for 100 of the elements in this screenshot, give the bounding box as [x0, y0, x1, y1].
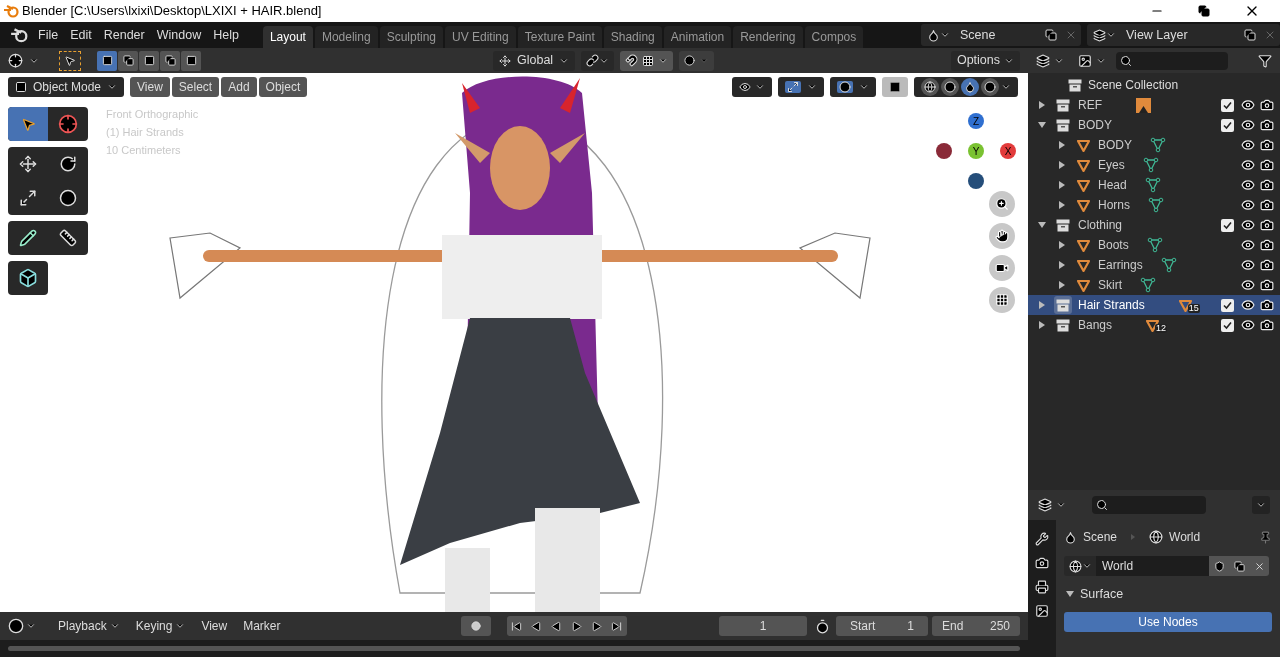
outliner-row[interactable]: Clothing — [1028, 215, 1280, 235]
search-field[interactable] — [1116, 51, 1228, 70]
image-icon[interactable] — [1035, 604, 1049, 618]
camera-icon[interactable] — [1260, 218, 1274, 232]
printer-icon[interactable] — [1035, 580, 1049, 594]
overlay-toggle[interactable] — [837, 81, 853, 93]
collapse-arrow-icon[interactable] — [1066, 590, 1074, 598]
eye-icon[interactable] — [1241, 258, 1255, 272]
outliner-row[interactable]: Skirt — [1028, 275, 1280, 295]
outliner-row[interactable]: Bangs 12 — [1028, 315, 1280, 335]
gizmo-dropdown[interactable] — [778, 77, 824, 97]
collapse-arrow-icon[interactable] — [1038, 221, 1046, 229]
outliner-row[interactable]: Hair Strands 15 — [1028, 295, 1280, 315]
expand-arrow-icon[interactable] — [1058, 261, 1066, 269]
workspace-tab[interactable]: Rendering — [733, 26, 803, 48]
expand-arrow-icon[interactable] — [1058, 241, 1066, 249]
timeline-menu[interactable]: Playback — [52, 617, 126, 635]
eye-icon[interactable] — [1241, 178, 1255, 192]
camera-icon[interactable] — [1035, 556, 1049, 570]
world-name-field[interactable]: World — [1096, 556, 1209, 576]
workspace-tab[interactable]: Shading — [603, 26, 662, 48]
outliner-row[interactable]: Head — [1028, 175, 1280, 195]
workspace-tab[interactable]: UV Editing — [445, 26, 516, 48]
start-frame-field[interactable]: Start 1 — [836, 616, 928, 636]
editor-type-icon[interactable] — [8, 618, 24, 634]
outliner-row[interactable]: BODY — [1028, 115, 1280, 135]
editor-type-icon[interactable] — [8, 53, 23, 68]
expand-arrow-icon[interactable] — [1038, 101, 1046, 109]
eye-icon[interactable] — [1241, 278, 1255, 292]
overlay-dropdown[interactable] — [830, 77, 876, 97]
shading-mode-button[interactable] — [941, 78, 959, 96]
scene-selector[interactable]: Scene — [921, 24, 1081, 46]
expand-arrow-icon[interactable] — [1058, 161, 1066, 169]
end-frame-field[interactable]: End 250 — [932, 616, 1020, 636]
eye-icon[interactable] — [1241, 238, 1255, 252]
workspace-tab[interactable]: Modeling — [314, 26, 378, 48]
timeline-menu[interactable]: View — [195, 617, 234, 635]
expand-arrow-icon[interactable] — [1038, 301, 1046, 309]
display-mode-icon[interactable] — [1036, 53, 1050, 68]
filter-icon[interactable] — [1258, 53, 1272, 68]
world-browse-button[interactable] — [1064, 556, 1096, 576]
selection-mode-button[interactable] — [97, 50, 117, 71]
options-dropdown[interactable]: Options — [950, 50, 1020, 71]
camera-icon[interactable] — [1260, 258, 1274, 272]
add-cube-tool[interactable] — [8, 261, 48, 295]
menu-item[interactable]: Render — [97, 25, 151, 45]
editor-type-icon[interactable] — [1038, 498, 1052, 512]
eye-icon[interactable] — [1241, 298, 1255, 312]
outliner-row[interactable]: BODY — [1028, 135, 1280, 155]
outliner-row[interactable]: Horns — [1028, 195, 1280, 215]
current-frame-field[interactable]: 1 — [719, 616, 807, 636]
eye-icon[interactable] — [1241, 138, 1255, 152]
expand-arrow-icon[interactable] — [1058, 281, 1066, 289]
camera-icon[interactable] — [1260, 118, 1274, 132]
eye-icon[interactable] — [1241, 318, 1255, 332]
view-layer-selector[interactable]: View Layer — [1087, 24, 1280, 46]
xray-button[interactable] — [882, 77, 908, 97]
menu-item[interactable]: Window — [150, 25, 208, 45]
breadcrumb-item[interactable]: World — [1169, 528, 1201, 546]
app-logo-icon[interactable] — [10, 27, 28, 43]
gizmo-toggle[interactable] — [785, 81, 801, 93]
camera-icon[interactable] — [1260, 278, 1274, 292]
timeline-menu[interactable]: Marker — [237, 617, 287, 635]
wrench-icon[interactable] — [1035, 532, 1049, 546]
expand-arrow-icon[interactable] — [1058, 201, 1066, 209]
camera-icon[interactable] — [1260, 138, 1274, 152]
shading-mode-button[interactable] — [981, 78, 999, 96]
eye-icon[interactable] — [1241, 158, 1255, 172]
workspace-tab[interactable]: Animation — [663, 26, 732, 48]
selection-mode-button[interactable] — [181, 50, 201, 71]
use-nodes-button[interactable]: Use Nodes — [1064, 612, 1272, 632]
checkbox[interactable] — [1221, 318, 1234, 332]
expand-arrow-icon[interactable] — [1058, 141, 1066, 149]
duplicate-icon[interactable] — [1244, 29, 1256, 41]
image-icon[interactable] — [1078, 53, 1092, 68]
expand-arrow-icon[interactable] — [1058, 181, 1066, 189]
outliner-row[interactable]: Boots — [1028, 235, 1280, 255]
camera-icon[interactable] — [1260, 98, 1274, 112]
eye-icon[interactable] — [1241, 218, 1255, 232]
search-field[interactable] — [1092, 496, 1206, 514]
stopwatch-icon[interactable] — [815, 618, 830, 634]
collapse-arrow-icon[interactable] — [1038, 121, 1046, 129]
selection-mode-button[interactable] — [118, 50, 138, 71]
menu-item[interactable]: File — [32, 25, 65, 45]
viewport-menu[interactable]: View — [130, 77, 170, 97]
viewport-menu[interactable]: Object — [258, 77, 308, 97]
checkbox[interactable] — [1221, 98, 1234, 112]
eye-icon[interactable] — [1241, 118, 1255, 132]
selection-mode-button[interactable] — [160, 50, 180, 71]
proportional-edit-button[interactable] — [679, 50, 715, 71]
camera-icon[interactable] — [1260, 178, 1274, 192]
shading-mode-button[interactable] — [961, 78, 979, 96]
outliner-row[interactable]: REF — [1028, 95, 1280, 115]
viewport-menu[interactable]: Add — [221, 77, 257, 97]
selection-mode-button[interactable] — [139, 50, 159, 71]
duplicate-icon[interactable] — [1045, 29, 1057, 41]
outliner-row[interactable]: Eyes — [1028, 155, 1280, 175]
workspace-tab[interactable]: Layout — [262, 26, 313, 48]
pivot-dropdown[interactable] — [581, 50, 615, 71]
eye-icon[interactable] — [1241, 198, 1255, 212]
